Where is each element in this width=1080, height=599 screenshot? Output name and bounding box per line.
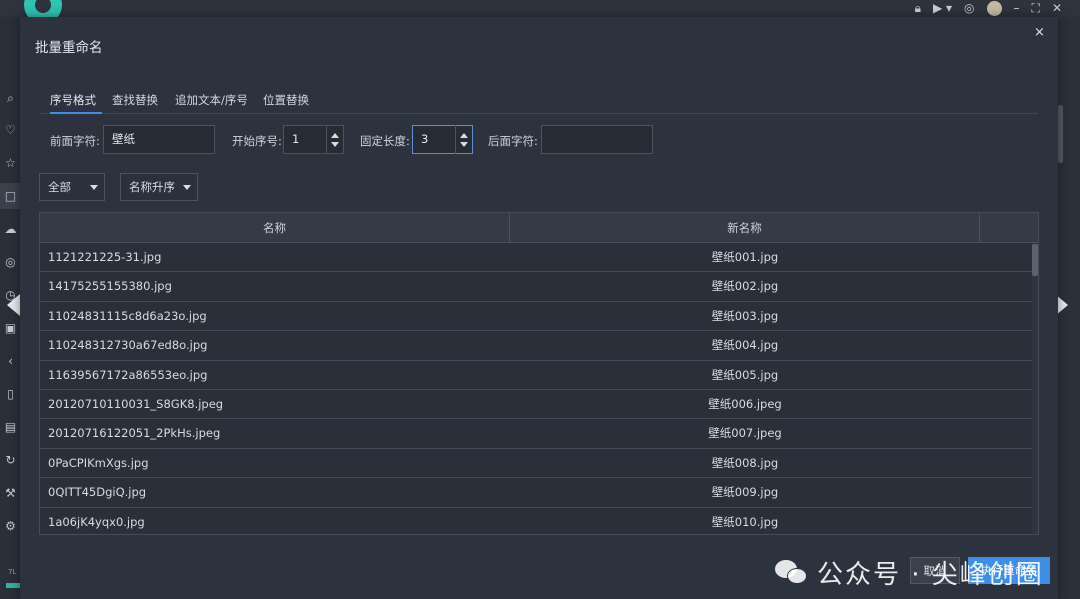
cell-name: 110248312730a67ed8o.jpg xyxy=(48,338,208,353)
table-row[interactable]: 1121221225-31.jpg 壁纸001.jpg xyxy=(40,243,1032,273)
table-row[interactable]: 20120716122051_2PkHs.jpeg 壁纸007.jpeg xyxy=(40,419,1032,449)
stepper-up-icon[interactable] xyxy=(460,133,468,138)
cell-name: 1121221225-31.jpg xyxy=(48,250,162,264)
tab-position-replace[interactable]: 位置替换 xyxy=(263,92,315,114)
tab-sequence-format[interactable]: 序号格式 xyxy=(50,92,102,114)
start-number-stepper[interactable] xyxy=(326,125,343,154)
version-label: 7L xyxy=(8,568,17,576)
star-icon[interactable]: ☆ xyxy=(4,157,17,170)
fixed-length-label: 固定长度: xyxy=(360,134,410,148)
save-icon[interactable]: ▣ xyxy=(4,322,17,335)
table-row[interactable]: 110248312730a67ed8o.jpg 壁纸004.jpg xyxy=(40,331,1032,361)
rename-preview-table: 名称 新名称 1121221225-31.jpg 壁纸001.jpg 141752… xyxy=(39,212,1039,535)
cell-name: 1a06jK4yqx0.jpg xyxy=(48,514,145,529)
column-header-name[interactable]: 名称 xyxy=(40,213,510,243)
prefix-input[interactable]: 壁纸 xyxy=(103,125,215,154)
gear-icon[interactable]: ⚙ xyxy=(4,520,17,533)
cell-new-name: 壁纸010.jpg xyxy=(711,514,779,529)
start-number-label: 开始序号: xyxy=(232,134,282,148)
close-icon[interactable]: ✕ xyxy=(1052,0,1062,17)
fixed-length-value: 3 xyxy=(421,132,429,146)
sync-icon[interactable]: ↻ xyxy=(4,454,17,467)
cell-new-name: 壁纸007.jpeg xyxy=(708,426,782,441)
search-icon[interactable]: ⌕ xyxy=(4,92,17,105)
table-row[interactable]: 11024831115c8d6a23o.jpg 壁纸003.jpg xyxy=(40,302,1032,332)
stepper-down-icon[interactable] xyxy=(331,142,339,147)
fullscreen-icon[interactable]: ⛶ xyxy=(1032,0,1040,17)
cell-name: 11024831115c8d6a23o.jpg xyxy=(48,308,207,323)
chevron-down-icon xyxy=(183,185,191,190)
scrollbar-thumb[interactable] xyxy=(1032,244,1038,276)
scope-value: 全部 xyxy=(48,180,71,194)
dialog-title: 批量重命名 xyxy=(35,40,103,56)
table-row[interactable]: 11639567172a86553eo.jpg 壁纸005.jpg xyxy=(40,361,1032,390)
table-scrollbar[interactable] xyxy=(1032,243,1038,534)
fixed-length-stepper[interactable] xyxy=(455,125,472,154)
play-icon[interactable]: ▶︎ ▾ xyxy=(933,0,952,17)
watermark: 公众号 · 尖峰创圈 xyxy=(775,554,1044,590)
sort-value: 名称升序 xyxy=(129,180,175,194)
window-controls: 🔒︎ ▶︎ ▾ ◎ – ⛶ ✕ xyxy=(915,0,1062,17)
cell-new-name: 壁纸001.jpg xyxy=(711,250,779,264)
cell-new-name: 壁纸002.jpg xyxy=(711,279,779,294)
share-icon[interactable]: ‹ xyxy=(4,355,17,368)
stepper-down-icon[interactable] xyxy=(460,142,468,147)
minimize-icon[interactable]: – xyxy=(1014,0,1020,17)
sort-dropdown[interactable]: 名称升序 xyxy=(120,173,198,201)
cell-new-name: 壁纸006.jpeg xyxy=(708,396,782,411)
table-row[interactable]: 1a06jK4yqx0.jpg 壁纸010.jpg xyxy=(40,508,1032,534)
prefix-label: 前面字符: xyxy=(50,134,100,148)
wrench-icon[interactable]: ⚒ xyxy=(4,487,17,500)
cell-name: 0PaCPIKmXgs.jpg xyxy=(48,455,149,470)
table-row[interactable]: 14175255155380.jpg 壁纸002.jpg xyxy=(40,272,1032,302)
batch-rename-dialog: 批量重命名 × 序号格式 查找替换 追加文本/序号 位置替换 前面字符: 壁纸 … xyxy=(20,17,1058,599)
watermark-text: 公众号 · 尖峰创圈 xyxy=(817,559,1044,590)
cell-new-name: 壁纸005.jpg xyxy=(711,367,779,382)
cell-new-name: 壁纸008.jpg xyxy=(711,455,779,470)
palette-icon[interactable]: ◎ xyxy=(964,0,974,17)
cell-name: 0QITT45DgiQ.jpg xyxy=(48,485,147,500)
chevron-down-icon xyxy=(90,185,98,190)
background-scrollbar[interactable] xyxy=(1058,105,1063,163)
app-topbar: 🔒︎ ▶︎ ▾ ◎ – ⛶ ✕ xyxy=(0,0,1080,24)
lock-icon[interactable]: 🔒︎ xyxy=(915,0,921,17)
table-body: 1121221225-31.jpg 壁纸001.jpg 1417525515538… xyxy=(40,243,1032,534)
stepper-up-icon[interactable] xyxy=(331,133,339,138)
cell-name: 20120710110031_S8GK8.jpeg xyxy=(48,396,224,411)
scope-dropdown[interactable]: 全部 xyxy=(39,173,105,201)
folder-icon[interactable]: □ xyxy=(4,190,17,203)
start-number-value: 1 xyxy=(292,132,300,146)
suffix-label: 后面字符: xyxy=(488,134,538,148)
progress-bar xyxy=(6,583,20,588)
cell-new-name: 壁纸003.jpg xyxy=(711,308,779,323)
tab-append-text[interactable]: 追加文本/序号 xyxy=(175,92,255,114)
avatar[interactable] xyxy=(986,1,1002,16)
suffix-input[interactable] xyxy=(541,125,653,154)
table-row[interactable]: 0PaCPIKmXgs.jpg 壁纸008.jpg xyxy=(40,449,1032,479)
cell-name: 14175255155380.jpg xyxy=(48,279,172,294)
heart-icon[interactable]: ♡ xyxy=(4,124,17,137)
column-header-new-name[interactable]: 新名称 xyxy=(510,213,980,243)
table-header: 名称 新名称 xyxy=(40,213,1038,243)
table-row[interactable]: 0QITT45DgiQ.jpg 壁纸009.jpg xyxy=(40,478,1032,508)
trash-icon[interactable]: ▯ xyxy=(4,388,17,401)
close-icon[interactable]: × xyxy=(1034,25,1045,40)
prev-arrow-icon[interactable] xyxy=(7,294,20,316)
camera-icon[interactable]: ◎ xyxy=(4,256,17,269)
tab-find-replace[interactable]: 查找替换 xyxy=(112,92,162,114)
cell-new-name: 壁纸009.jpg xyxy=(711,485,779,500)
cloud-icon[interactable]: ☁ xyxy=(4,223,17,236)
cell-name: 11639567172a86553eo.jpg xyxy=(48,367,208,382)
wechat-icon xyxy=(775,558,809,586)
file-icon[interactable]: ▤ xyxy=(4,421,17,434)
cell-name: 20120716122051_2PkHs.jpeg xyxy=(48,426,221,441)
table-row[interactable]: 20120710110031_S8GK8.jpeg 壁纸006.jpeg xyxy=(40,390,1032,420)
tab-bar: 序号格式 查找替换 追加文本/序号 位置替换 xyxy=(40,90,1038,114)
cell-new-name: 壁纸004.jpg xyxy=(711,338,779,353)
